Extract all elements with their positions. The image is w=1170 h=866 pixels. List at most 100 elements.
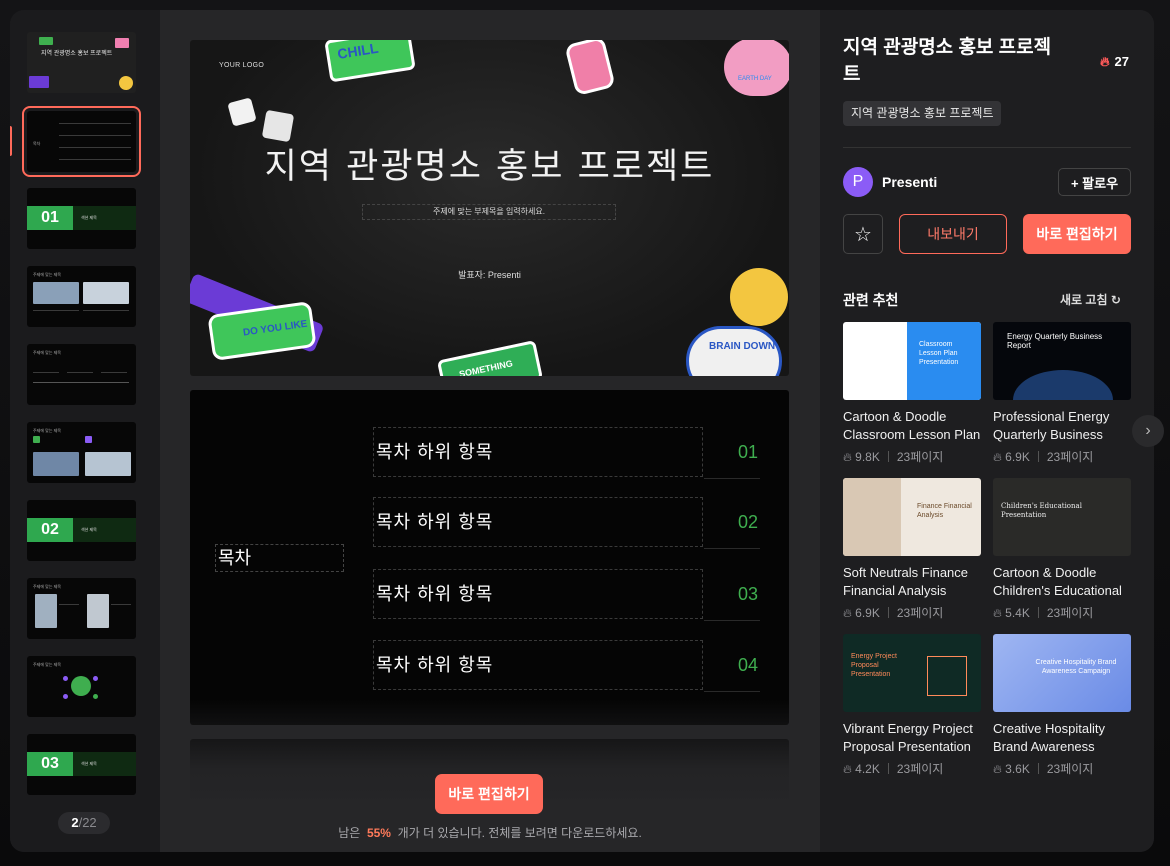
related-title[interactable]: Cartoon & Doodle Children's Educational …	[993, 564, 1131, 600]
sticker-brain-down: BRAIN DOWN	[686, 326, 782, 376]
related-views: 6.9K	[855, 606, 880, 620]
thumbnail-slide-5[interactable]: 주제에 맞는 제목	[27, 344, 136, 405]
related-meta: 🔥︎ 6.9K 23페이지	[993, 448, 1131, 465]
remain-prefix: 남은	[338, 826, 361, 840]
related-meta: 🔥︎ 6.9K 23페이지	[843, 604, 981, 621]
thumbnail-slide-9[interactable]: 주제에 맞는 제목	[27, 656, 136, 717]
page-current: 2	[71, 815, 79, 830]
related-card[interactable]: Classroom Lesson Plan Presentation Carto…	[843, 322, 981, 465]
thumbnail-slide-4[interactable]: 주제에 맞는 제목	[27, 266, 136, 327]
thumbnail-slide-6[interactable]: 주제에 맞는 제목	[27, 422, 136, 483]
related-views: 5.4K	[1005, 606, 1030, 620]
related-thumbnail[interactable]: Classroom Lesson Plan Presentation	[843, 322, 981, 400]
slide-1-cover: YOUR LOGO CHILL EARTH DAY 지역 관광명소 홍보 프로젝…	[190, 40, 789, 376]
sticker-earth-day: EARTH DAY	[724, 40, 789, 96]
export-button[interactable]: 내보내기	[899, 214, 1007, 254]
like-count[interactable]: 🔥︎ 27	[1100, 54, 1129, 70]
slide-subtitle: 주제에 맞는 부제목을 입력하세요.	[362, 204, 616, 220]
slide-presenter: 발표자: Presenti	[458, 270, 521, 280]
toc-number: 04	[738, 655, 759, 675]
sticker-mushroom	[564, 40, 616, 97]
related-card[interactable]: Creative Hospitality Brand Awareness Cam…	[993, 634, 1131, 777]
related-title[interactable]: Soft Neutrals Finance Financial Analysis…	[843, 564, 981, 600]
related-card[interactable]: Finance Financial Analysis Soft Neutrals…	[843, 478, 981, 621]
related-thumbnail[interactable]: Children's Educational Presentation	[993, 478, 1131, 556]
sticker-chill: CHILL	[324, 40, 416, 83]
preview-modal: 지역 관광명소 홍보 프로젝트 목차 01 섹션 제목 주제에 맞는 제목 주제…	[10, 10, 1154, 852]
toc-item: 목차 하위 항목	[373, 497, 703, 547]
related-meta: 🔥︎ 4.2K 23페이지	[843, 760, 981, 777]
related-title[interactable]: Professional Energy Quarterly Business R…	[993, 408, 1131, 444]
related-card[interactable]: Children's Educational Presentation Cart…	[993, 478, 1131, 621]
star-icon[interactable]: ☆	[843, 214, 883, 254]
related-pages: 23페이지	[1046, 762, 1094, 776]
remain-percent: 55%	[366, 826, 391, 840]
related-title[interactable]: Cartoon & Doodle Classroom Lesson Plan P…	[843, 408, 981, 444]
detail-panel: 지역 관광명소 홍보 프로젝트 🔥︎ 27 지역 관광명소 홍보 프로젝트 P P…	[820, 10, 1154, 852]
page-total: 22	[82, 815, 97, 830]
related-views: 9.8K	[855, 450, 880, 464]
refresh-button[interactable]: 새로 고침 ↻	[1060, 291, 1121, 308]
current-slide-indicator	[10, 126, 12, 156]
toc-label: 목차	[215, 544, 344, 572]
edit-now-button[interactable]: 바로 편집하기	[1023, 214, 1131, 254]
dice-icon	[227, 97, 257, 127]
slide-preview-area[interactable]: YOUR LOGO CHILL EARTH DAY 지역 관광명소 홍보 프로젝…	[160, 10, 968, 852]
flame-icon: 🔥︎	[993, 762, 1002, 776]
thumbnail-section-number: 02	[27, 518, 73, 542]
related-views: 6.9K	[1005, 450, 1030, 464]
related-card[interactable]: Energy Quarterly Business Report Profess…	[993, 322, 1131, 465]
thumbnail-toc-caption: 목차	[33, 141, 41, 146]
related-card[interactable]: Energy Project Proposal Presentation Vib…	[843, 634, 981, 777]
chevron-right-icon[interactable]: ›	[1132, 415, 1164, 447]
related-meta: 🔥︎ 9.8K 23페이지	[843, 448, 981, 465]
thumbnail-content-caption: 주제에 맞는 제목	[33, 350, 61, 355]
related-views: 3.6K	[1005, 762, 1030, 776]
related-title[interactable]: Creative Hospitality Brand Awareness Cam…	[993, 720, 1131, 756]
thumbnail-content-caption: 주제에 맞는 제목	[33, 662, 61, 667]
thumbnail-content-caption: 주제에 맞는 제목	[33, 272, 61, 277]
thumbnail-slide-10[interactable]: 03 섹션 제목	[27, 734, 136, 795]
related-pages: 23페이지	[896, 606, 944, 620]
category-tag[interactable]: 지역 관광명소 홍보 프로젝트	[843, 101, 1002, 126]
thumbnail-slide-1[interactable]: 지역 관광명소 홍보 프로젝트	[27, 32, 136, 93]
flame-icon: 🔥︎	[843, 450, 852, 464]
follow-button[interactable]: + 팔로우	[1058, 168, 1131, 196]
remain-suffix: 개가 더 있습니다. 전체를 보려면 다운로드하세요.	[397, 826, 642, 840]
thumbnail-content-caption: 주제에 맞는 제목	[33, 584, 61, 589]
thumbnail-rail[interactable]: 지역 관광명소 홍보 프로젝트 목차 01 섹션 제목 주제에 맞는 제목 주제…	[10, 10, 160, 852]
related-title[interactable]: Vibrant Energy Project Proposal Presenta…	[843, 720, 981, 756]
thumbnail-slide-2[interactable]: 목차	[22, 106, 141, 177]
sticker-something: SOMETHING	[436, 340, 544, 376]
thumbnail-section-number: 01	[27, 206, 73, 230]
thumbnail-title: 지역 관광명소 홍보 프로젝트	[41, 51, 113, 57]
thumbnail-content-caption: 주제에 맞는 제목	[33, 428, 61, 433]
related-thumbnail[interactable]: Finance Financial Analysis	[843, 478, 981, 556]
related-heading: 관련 추천	[843, 292, 899, 308]
thumbnail-slide-8[interactable]: 주제에 맞는 제목	[27, 578, 136, 639]
related-thumbnail[interactable]: Energy Project Proposal Presentation	[843, 634, 981, 712]
related-pages: 23페이지	[1046, 450, 1094, 464]
flame-icon: 🔥︎	[843, 762, 852, 776]
thumbnail-section-caption: 섹션 제목	[73, 206, 136, 230]
thumbnail-section-caption: 섹션 제목	[73, 752, 136, 776]
toc-number: 02	[738, 512, 759, 532]
thumbnail-slide-7[interactable]: 02 섹션 제목	[27, 500, 136, 561]
avatar[interactable]: P	[843, 167, 873, 197]
toc-number: 03	[738, 584, 759, 604]
related-meta: 🔥︎ 5.4K 23페이지	[993, 604, 1131, 621]
sticker-smiley	[730, 268, 788, 326]
author-name[interactable]: Presenti	[882, 174, 937, 190]
related-thumbnail[interactable]: Energy Quarterly Business Report	[993, 322, 1131, 400]
flame-icon: 🔥︎	[843, 606, 852, 620]
toc-item: 목차 하위 항목	[373, 427, 703, 477]
toc-number: 01	[738, 442, 759, 462]
remaining-slides-notice: 남은 55% 개가 더 있습니다. 전체를 보려면 다운로드하세요.	[160, 824, 820, 841]
thumbnail-section-number: 03	[27, 752, 73, 776]
related-pages: 23페이지	[896, 450, 944, 464]
toc-item: 목차 하위 항목	[373, 569, 703, 619]
edit-now-button-center[interactable]: 바로 편집하기	[435, 774, 543, 814]
related-pages: 23페이지	[896, 762, 944, 776]
thumbnail-slide-3[interactable]: 01 섹션 제목	[27, 188, 136, 249]
related-thumbnail[interactable]: Creative Hospitality Brand Awareness Cam…	[993, 634, 1131, 712]
